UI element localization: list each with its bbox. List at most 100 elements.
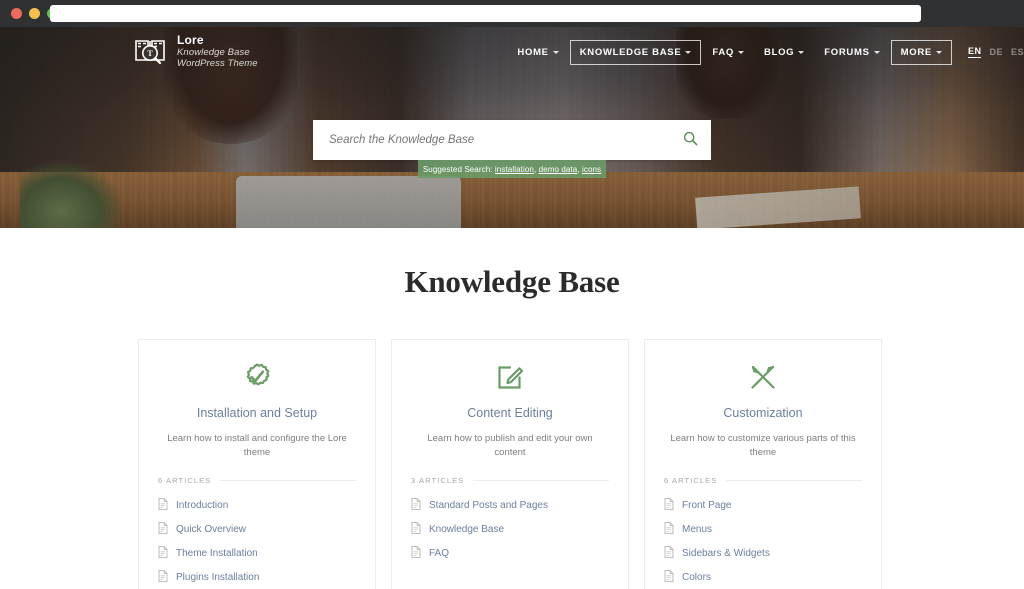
document-icon [664,521,674,539]
article-link: Front Page [682,500,732,512]
chevron-down-icon [798,50,805,54]
card-title[interactable]: Customization [664,406,862,420]
nav-item-label: BLOG [764,46,795,58]
article-link: Introduction [176,500,229,512]
document-icon [158,521,168,539]
chevron-down-icon [935,50,942,54]
brand-tagline: Knowledge Base WordPress Theme [177,46,258,69]
nav-item-blog[interactable]: BLOG [755,41,813,64]
list-item[interactable]: Knowledge Base [411,518,609,542]
hero-search: Suggested Search: installation, demo dat… [313,120,711,178]
card-article-count-label: 3 ARTICLES [411,475,465,485]
document-icon [411,497,421,515]
browser-chrome [0,0,1024,27]
article-link: Quick Overview [176,524,247,536]
article-link: Theme Installation [176,548,258,560]
card-title[interactable]: Content Editing [411,406,609,420]
suggested-term-installation[interactable]: installation [495,165,534,174]
article-link: Knowledge Base [429,524,505,536]
document-icon [664,545,674,563]
address-bar-input[interactable] [50,5,921,22]
nav-item-more[interactable]: MORE [890,39,952,65]
close-window-button[interactable] [11,8,22,19]
nav-item-forums[interactable]: FORUMS [815,41,888,64]
list-item[interactable]: FAQ [411,542,609,566]
page-title: Knowledge Base [404,264,620,299]
pencil-square-icon [411,360,609,394]
chevron-down-icon [738,50,745,54]
brand[interactable]: T Lore Knowledge Base WordPress Theme [133,33,262,70]
article-link: Plugins Installation [176,572,260,584]
article-link: FAQ [429,548,450,560]
list-item[interactable]: Theme Installation [158,542,356,566]
divider [220,479,356,481]
article-list: Introduction Quick Overview Theme Instal… [158,494,356,589]
nav-item-knowledge-base[interactable]: KNOWLEDGE BASE [569,39,702,65]
card-description: Learn how to customize various parts of … [670,433,856,458]
nav-item-faq[interactable]: FAQ [703,41,753,64]
main-content: Knowledge Base Installation and Setup Le… [0,228,1024,589]
category-card-installation-and-setup: Installation and Setup Learn how to inst… [138,339,376,589]
document-icon [411,521,421,539]
card-title[interactable]: Installation and Setup [158,406,356,420]
chevron-down-icon [873,50,880,54]
nav-item-label: KNOWLEDGE BASE [579,46,682,58]
document-icon [158,497,168,515]
search-input[interactable] [313,134,669,146]
divider [473,479,609,481]
list-item[interactable]: Quick Overview [158,518,356,542]
card-article-count-label: 6 ARTICLES [158,475,212,485]
minimize-window-button[interactable] [29,8,40,19]
category-card-grid: Installation and Setup Learn how to inst… [138,339,886,589]
list-item[interactable]: Sidebars & Widgets [664,542,862,566]
site-header: T Lore Knowledge Base WordPress Theme HO… [0,27,1024,77]
card-description: Learn how to publish and edit your own c… [427,433,593,458]
article-link: Colors [682,572,711,584]
chevron-down-icon [685,50,692,54]
svg-text:T: T [147,49,153,58]
category-card-customization: Customization Learn how to customize var… [644,339,882,589]
nav-item-label: FORUMS [824,46,870,58]
nav-item-home[interactable]: HOME [508,41,567,64]
list-item[interactable]: Colors [664,566,862,589]
document-icon [158,545,168,563]
suggested-term-icons[interactable]: icons [582,165,601,174]
list-item[interactable]: Introduction [158,494,356,518]
language-option-de[interactable]: DE [989,47,1003,57]
chevron-down-icon [552,50,559,54]
category-card-content-editing: Content Editing Learn how to publish and… [391,339,629,589]
list-item[interactable]: Standard Posts and Pages [411,494,609,518]
book-search-logo-icon: T [133,36,167,68]
search-submit-button[interactable] [669,120,711,160]
nav-item-label: FAQ [712,46,735,58]
language-option-es[interactable]: ES [1011,47,1024,57]
article-link: Sidebars & Widgets [682,548,770,560]
article-link: Menus [682,524,713,536]
card-article-count: 6 ARTICLES [158,476,356,485]
article-list: Standard Posts and Pages Knowledge Base … [411,494,609,566]
article-list: Front Page Menus Sidebars & Widgets Colo… [664,494,862,589]
pencil-wrench-icon [664,360,862,394]
nav-item-label: HOME [517,46,549,58]
card-article-count-label: 6 ARTICLES [664,475,718,485]
list-item[interactable]: Plugins Installation [158,566,356,589]
list-item[interactable]: Front Page [664,494,862,518]
card-description: Learn how to install and configure the L… [167,433,347,458]
brand-name: Lore [177,33,204,48]
divider [726,479,862,481]
card-article-count: 6 ARTICLES [664,476,862,485]
document-icon [158,569,168,587]
gear-check-icon [158,360,356,394]
card-article-count: 3 ARTICLES [411,476,609,485]
suggested-search-bar: Suggested Search: installation, demo dat… [418,160,606,178]
article-link: Standard Posts and Pages [429,500,548,512]
search-box [313,120,711,160]
document-icon [664,569,674,587]
language-option-en[interactable]: EN [967,46,982,58]
language-switcher: EN DE ES [967,46,1024,58]
document-icon [411,545,421,563]
suggested-search-prefix: Suggested Search: [422,164,493,174]
suggested-term-demo-data[interactable]: demo data [539,165,578,174]
list-item[interactable]: Menus [664,518,862,542]
hero-section: T Lore Knowledge Base WordPress Theme HO… [0,27,1024,228]
